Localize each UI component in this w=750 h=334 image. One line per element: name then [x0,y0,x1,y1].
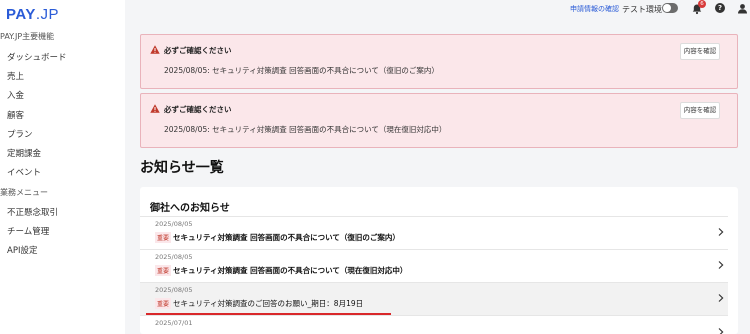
notification-badge: 6 [698,0,706,8]
test-env-label: テスト環境 [622,5,662,14]
notice-date: 2025/08/05 [155,286,193,294]
view-details-button[interactable]: 内容を確認 [680,102,720,119]
alert-title: 必ずご確認ください [164,105,232,114]
notice-row[interactable]: 2025/08/05 重要 セキュリティ対策調査のご回答のお願い_期日：8月19… [140,282,728,315]
page-title: お知らせ一覧 [140,160,224,176]
notice-title: セキュリティ対策調査 回答画面の不具合について（復旧のご案内） [173,233,400,242]
chevron-right-icon [718,294,724,302]
section-title: 御社へのお知らせ [150,203,230,214]
section-main-features: PAY.JP主要機能 [0,32,55,41]
alert-banner: 必ずご確認ください 2025/08/05: セキュリティ対策調査 回答画面の不具… [140,93,738,148]
view-details-button[interactable]: 内容を確認 [680,43,720,60]
sidebar-item-sales[interactable]: 売上 [7,70,24,82]
warning-icon [150,104,160,113]
sidebar-item-subscriptions[interactable]: 定期課金 [7,147,41,159]
sidebar-item-dashboard[interactable]: ダッシュボード [7,51,67,63]
sidebar-item-customers[interactable]: 顧客 [7,109,24,121]
highlight-underline [146,313,391,315]
sidebar-item-plans[interactable]: プラン [7,128,33,140]
alert-message: 2025/08/05: セキュリティ対策調査 回答画面の不具合について（復旧のご… [164,66,439,75]
important-badge: 重要 [155,298,172,309]
sidebar-item-deposits[interactable]: 入金 [7,89,24,101]
notice-row[interactable]: 2025/08/05 重要 セキュリティ対策調査 回答画面の不具合について（復旧… [140,216,728,249]
sidebar-item-fraud[interactable]: 不正懸念取引 [7,206,58,218]
notice-date: 2025/07/01 [155,319,193,327]
chevron-right-icon [718,228,724,236]
alert-banner: 必ずご確認ください 2025/08/05: セキュリティ対策調査 回答画面の不具… [140,34,738,89]
alert-message: 2025/08/05: セキュリティ対策調査 回答画面の不具合について（現在復旧… [164,125,447,134]
notice-row[interactable]: 2025/07/01 [140,315,728,334]
chevron-right-icon [718,328,724,334]
logo-pay: PAY [6,6,36,23]
warning-icon [150,45,160,54]
important-badge: 重要 [155,265,172,276]
chevron-right-icon [718,261,724,269]
notice-date: 2025/08/05 [155,220,193,228]
notice-title: セキュリティ対策調査のご回答のお願い_期日：8月19日 [173,299,364,308]
sidebar-item-events[interactable]: イベント [7,166,41,178]
sidebar: PAY.JP PAY.JP主要機能 ダッシュボード 売上 入金 顧客 プラン 定… [0,0,125,334]
application-info-link[interactable]: 申請情報の確認 [570,4,619,14]
sidebar-item-team[interactable]: チーム管理 [7,225,49,237]
important-badge: 重要 [155,232,172,243]
test-env-toggle[interactable] [662,3,678,13]
help-icon[interactable]: ? [715,3,725,13]
sidebar-item-api-settings[interactable]: API設定 [7,244,37,256]
logo-jp: .JP [35,6,60,23]
notice-row[interactable]: 2025/08/05 重要 セキュリティ対策調査 回答画面の不具合について（現在… [140,249,728,282]
alert-title: 必ずご確認ください [164,46,232,55]
notice-card: 御社へのお知らせ 2025/08/05 重要 セキュリティ対策調査 回答画面の不… [140,187,738,334]
payjp-logo[interactable]: PAY.JP [6,6,59,23]
user-icon[interactable] [737,3,748,14]
notice-date: 2025/08/05 [155,253,193,261]
section-business-menu: 業務メニュー [0,188,48,197]
notice-title: セキュリティ対策調査 回答画面の不具合について（現在復旧対応中） [173,266,408,275]
